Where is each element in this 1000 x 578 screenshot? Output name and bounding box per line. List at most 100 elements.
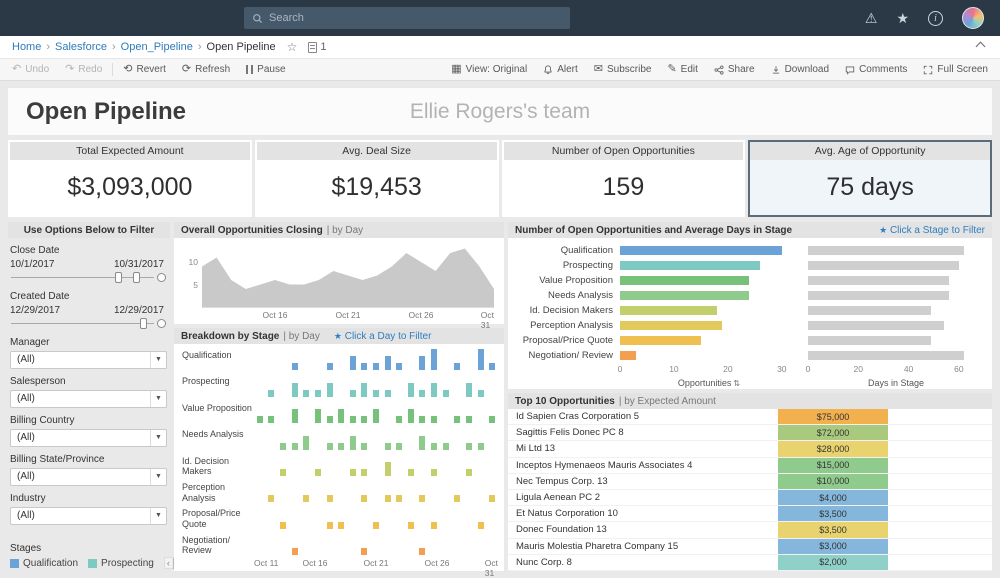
opportunities-bar[interactable] xyxy=(620,291,749,300)
slider-handle[interactable] xyxy=(140,318,147,329)
toolbar-edit-button[interactable]: ✎Edit xyxy=(659,59,705,80)
toolbar-full-screen-button[interactable]: Full Screen xyxy=(915,59,996,80)
bar[interactable] xyxy=(478,390,484,397)
slider-end-handle[interactable] xyxy=(157,273,166,282)
search-input[interactable] xyxy=(269,12,562,24)
bar[interactable] xyxy=(361,548,367,555)
kpi-card-number-of-open-opportunities[interactable]: Number of Open Opportunities159 xyxy=(502,140,746,217)
slider-handle[interactable] xyxy=(115,272,122,283)
toolbar-comments-button[interactable]: Comments xyxy=(837,59,915,80)
bar[interactable] xyxy=(431,469,437,476)
info-icon[interactable]: i xyxy=(928,11,943,26)
bar[interactable] xyxy=(292,443,298,450)
bar[interactable] xyxy=(338,409,344,423)
bar[interactable] xyxy=(361,416,367,423)
bar[interactable] xyxy=(419,390,425,397)
collapse-panel-button[interactable] xyxy=(973,41,988,53)
breakdown-row-id-decision-makers[interactable]: Id. Decision Makers xyxy=(174,452,504,478)
breadcrumb-item-salesforce[interactable]: Salesforce xyxy=(55,41,107,53)
breakdown-row-perception-analysis[interactable]: Perception Analysis xyxy=(174,478,504,504)
opportunities-bar[interactable] xyxy=(620,261,760,270)
bar[interactable] xyxy=(280,469,286,476)
bar[interactable] xyxy=(373,390,379,397)
bar[interactable] xyxy=(478,522,484,529)
opportunity-row-perception-analysis[interactable]: Perception Analysis xyxy=(508,318,992,333)
bar[interactable] xyxy=(257,416,263,423)
bar[interactable] xyxy=(385,443,391,450)
bar[interactable] xyxy=(489,416,495,423)
bar[interactable] xyxy=(361,443,367,450)
bar[interactable] xyxy=(327,416,333,423)
bar[interactable] xyxy=(292,363,298,370)
breakdown-row-value-proposition[interactable]: Value Proposition xyxy=(174,399,504,425)
bar[interactable] xyxy=(385,390,391,397)
table-row-ligula-aenean-pc-2[interactable]: Ligula Aenean PC 2$4,000 xyxy=(508,490,992,506)
toolbar-pause-button[interactable]: Pause xyxy=(238,59,293,80)
bar[interactable] xyxy=(361,469,367,476)
kpi-card-avg-age-of-opportunity[interactable]: Avg. Age of Opportunity75 days xyxy=(748,140,992,217)
bar[interactable] xyxy=(292,383,298,397)
bar[interactable] xyxy=(385,495,391,502)
toolbar-view-original-button[interactable]: ▦View: Original xyxy=(443,59,535,80)
opportunity-row-needs-analysis[interactable]: Needs Analysis xyxy=(508,288,992,303)
bar[interactable] xyxy=(489,363,495,370)
bar[interactable] xyxy=(327,443,333,450)
toolbar-download-button[interactable]: Download xyxy=(763,59,837,80)
bar[interactable] xyxy=(396,416,402,423)
bar[interactable] xyxy=(303,390,309,397)
bar[interactable] xyxy=(361,383,367,397)
bar[interactable] xyxy=(454,416,460,423)
days-in-stage-bar[interactable] xyxy=(808,336,931,345)
bar[interactable] xyxy=(350,356,356,370)
bar[interactable] xyxy=(419,548,425,555)
opportunity-row-id-decision-makers[interactable]: Id. Decision Makers xyxy=(508,303,992,318)
opportunities-bar[interactable] xyxy=(620,246,782,255)
kpi-card-total-expected-amount[interactable]: Total Expected Amount$3,093,000 xyxy=(8,140,252,217)
bar[interactable] xyxy=(396,495,402,502)
breadcrumb-item-open-pipeline[interactable]: Open_Pipeline xyxy=(121,41,193,53)
bar[interactable] xyxy=(268,416,274,423)
bar[interactable] xyxy=(315,469,321,476)
click-stage-filter-hint[interactable]: ★ Click a Stage to Filter xyxy=(879,225,985,236)
avatar[interactable] xyxy=(962,7,984,29)
days-in-stage-bar[interactable] xyxy=(808,261,959,270)
breakdown-row-prospecting[interactable]: Prospecting xyxy=(174,372,504,398)
bar[interactable] xyxy=(466,469,472,476)
filter-date-slider[interactable] xyxy=(10,271,167,284)
bar[interactable] xyxy=(280,443,286,450)
days-in-stage-bar[interactable] xyxy=(808,276,949,285)
bar[interactable] xyxy=(327,495,333,502)
opportunity-row-value-proposition[interactable]: Value Proposition xyxy=(508,273,992,288)
breadcrumb-item-home[interactable]: Home xyxy=(12,41,41,53)
bar[interactable] xyxy=(419,436,425,450)
slider-handle[interactable] xyxy=(133,272,140,283)
breakdown-row-qualification[interactable]: Qualification xyxy=(174,346,504,372)
filter-dropdown-salesperson[interactable]: (All)▼ xyxy=(10,390,167,408)
days-in-stage-bar[interactable] xyxy=(808,351,964,360)
bar[interactable] xyxy=(327,522,333,529)
bar[interactable] xyxy=(396,443,402,450)
toolbar-alert-button[interactable]: Alert xyxy=(535,59,586,80)
bar[interactable] xyxy=(419,356,425,370)
toolbar-share-button[interactable]: Share xyxy=(706,59,763,80)
sort-icon[interactable]: ⇅ xyxy=(733,379,740,388)
bar[interactable] xyxy=(408,469,414,476)
bar[interactable] xyxy=(373,409,379,423)
bar[interactable] xyxy=(431,522,437,529)
table-row-mi-ltd-13[interactable]: Mi Ltd 13$28,000 xyxy=(508,441,992,457)
days-in-stage-bar[interactable] xyxy=(808,306,931,315)
breakdown-row-negotiation-review[interactable]: Negotiation/ Review xyxy=(174,531,504,557)
bar[interactable] xyxy=(350,436,356,450)
bar[interactable] xyxy=(478,443,484,450)
opportunities-bar[interactable] xyxy=(620,276,749,285)
filter-dropdown-industry[interactable]: (All)▼ xyxy=(10,507,167,525)
bar[interactable] xyxy=(431,416,437,423)
bar[interactable] xyxy=(466,383,472,397)
bar[interactable] xyxy=(489,495,495,502)
bar[interactable] xyxy=(478,349,484,370)
bar[interactable] xyxy=(454,495,460,502)
favorite-star-icon[interactable]: ☆ xyxy=(287,40,298,54)
table-row-inceptos-hymenaeos-mauris-associates-4[interactable]: Inceptos Hymenaeos Mauris Associates 4$1… xyxy=(508,458,992,474)
toolbar-refresh-button[interactable]: ⟳Refresh xyxy=(174,59,238,80)
opportunities-bar[interactable] xyxy=(620,336,701,345)
